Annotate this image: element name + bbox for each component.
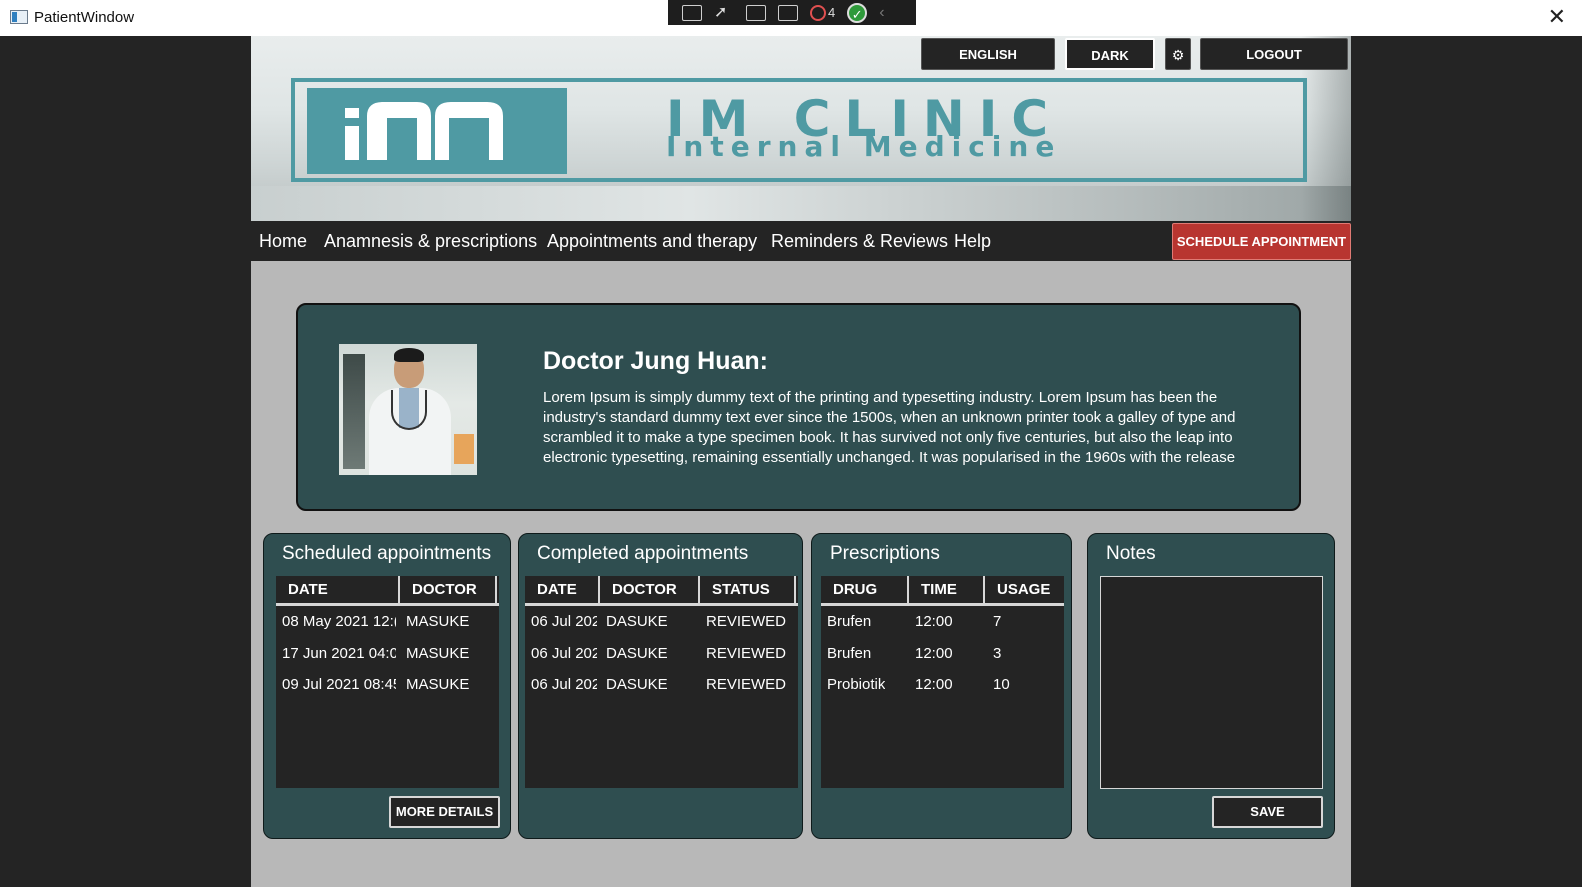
table-row[interactable]: 06 Jul 202 DASUKE REVIEWED	[525, 606, 798, 638]
cell-doctor: DASUKE	[606, 644, 668, 662]
column-header-date[interactable]: DATE	[276, 576, 400, 603]
check-icon[interactable]: ✓	[847, 2, 868, 23]
doctor-card: Doctor Jung Huan: Lorem Ipsum is simply …	[296, 303, 1301, 511]
theme-button[interactable]: DARK	[1065, 38, 1155, 70]
cell-date: 06 Jul 202	[531, 644, 597, 662]
schedule-appointment-button[interactable]: SCHEDULE APPOINTMENT	[1172, 223, 1351, 260]
cell-doctor: MASUKE	[406, 676, 470, 693]
table-row[interactable]: Probiotik 12:00 10	[821, 669, 1064, 701]
cell-date: 08 May 2021 12:(	[282, 613, 396, 630]
doctor-bio: Lorem Ipsum is simply dummy text of the …	[543, 389, 1236, 466]
nav-help[interactable]: Help	[954, 231, 991, 251]
cell-usage: 7	[993, 613, 1002, 630]
cell-date: 17 Jun 2021 04:0(	[282, 644, 396, 662]
patient-window-content: IM CLINIC Internal Medicine ENGLISH DARK…	[251, 36, 1351, 887]
cell-doctor: MASUKE	[406, 644, 470, 662]
table-row[interactable]: Brufen 12:00 3	[821, 638, 1064, 670]
gear-icon[interactable]: ⚙	[1165, 38, 1191, 70]
nav-reminders-reviews[interactable]: Reminders & Reviews	[771, 231, 948, 251]
table-header: DATE DOCTOR STATUS	[525, 576, 798, 606]
scheduled-appointments-table[interactable]: DATE DOCTOR 08 May 2021 12:( MASUKE 17 J…	[276, 576, 499, 788]
doctor-photo	[339, 344, 477, 475]
table-row[interactable]: 09 Jul 2021 08:45 MASUKE	[276, 669, 499, 701]
binding-errors-indicator[interactable]: 4	[810, 4, 836, 21]
display-layout-adorners-icon[interactable]	[746, 4, 766, 21]
table-row[interactable]: 08 May 2021 12:( MASUKE	[276, 606, 499, 638]
nav-home[interactable]: Home	[259, 231, 307, 251]
save-button[interactable]: SAVE	[1212, 796, 1323, 828]
column-header-time[interactable]: TIME	[909, 576, 985, 603]
column-header-doctor[interactable]: DOCTOR	[600, 576, 700, 603]
completed-appointments-panel: Completed appointments DATE DOCTOR STATU…	[518, 533, 803, 839]
cell-doctor: MASUKE	[406, 613, 470, 630]
panel-title: Prescriptions	[830, 543, 940, 564]
scheduled-appointments-panel: Scheduled appointments DATE DOCTOR 08 Ma…	[263, 533, 511, 839]
prescriptions-table[interactable]: DRUG TIME USAGE Brufen 12:00 7 Brufen 12…	[821, 576, 1064, 788]
main-nav: Home Anamnesis & prescriptions Appointme…	[251, 221, 1351, 261]
chevron-left-icon[interactable]: ‹	[879, 4, 884, 22]
cell-status: REVIEWED	[706, 613, 787, 630]
clinic-logo-mark	[345, 102, 503, 160]
nav-anamnesis-prescriptions[interactable]: Anamnesis & prescriptions	[324, 231, 537, 251]
column-header-status[interactable]: STATUS	[700, 576, 796, 603]
table-header: DATE DOCTOR	[276, 576, 499, 606]
clinic-subtitle: Internal Medicine	[666, 130, 1062, 163]
close-icon[interactable]: ✕	[1548, 6, 1566, 28]
table-row[interactable]: 06 Jul 202 DASUKE REVIEWED	[525, 669, 798, 701]
live-visual-tree-icon[interactable]	[682, 4, 702, 21]
select-element-icon[interactable]	[714, 2, 734, 22]
cell-date: 06 Jul 202	[531, 676, 597, 693]
cell-doctor: DASUKE	[606, 613, 668, 630]
cell-time: 12:00	[915, 676, 953, 693]
notes-textarea[interactable]	[1100, 576, 1323, 789]
language-button[interactable]: ENGLISH	[921, 38, 1055, 70]
column-header-usage[interactable]: USAGE	[985, 576, 1064, 603]
column-header-date[interactable]: DATE	[525, 576, 600, 603]
panel-title: Notes	[1106, 543, 1156, 564]
doctor-name: Doctor Jung Huan:	[543, 347, 768, 375]
cell-status: REVIEWED	[706, 644, 787, 662]
nav-appointments-therapy[interactable]: Appointments and therapy	[547, 231, 757, 251]
table-row[interactable]: 06 Jul 202 DASUKE REVIEWED	[525, 638, 798, 670]
cell-usage: 3	[993, 644, 1002, 662]
panel-title: Scheduled appointments	[282, 543, 492, 564]
table-header: DRUG TIME USAGE	[821, 576, 1064, 606]
cell-time: 12:00	[915, 644, 953, 662]
notes-panel: Notes SAVE	[1087, 533, 1335, 839]
completed-appointments-table[interactable]: DATE DOCTOR STATUS 06 Jul 202 DASUKE REV…	[525, 576, 798, 788]
debug-toolbar: 4 ✓ ‹	[668, 0, 916, 25]
panel-title: Completed appointments	[537, 543, 749, 564]
binding-error-icon	[810, 4, 826, 21]
logout-button[interactable]: LOGOUT	[1200, 38, 1348, 70]
cell-time: 12:00	[915, 613, 953, 630]
cell-drug: Brufen	[827, 613, 872, 630]
cell-date: 06 Jul 202	[531, 613, 597, 630]
binding-error-count: 4	[828, 5, 836, 20]
cell-status: REVIEWED	[706, 676, 787, 693]
window-app-icon	[10, 10, 28, 24]
window-title: PatientWindow	[34, 9, 135, 26]
cell-drug: Brufen	[827, 644, 872, 662]
cell-drug: Probiotik	[827, 676, 886, 693]
cell-date: 09 Jul 2021 08:45	[282, 676, 396, 693]
cell-usage: 10	[993, 676, 1010, 693]
column-header-drug[interactable]: DRUG	[821, 576, 909, 603]
table-row[interactable]: Brufen 12:00 7	[821, 606, 1064, 638]
track-focus-icon[interactable]	[778, 4, 798, 21]
more-details-button[interactable]: MORE DETAILS	[389, 796, 500, 828]
cell-doctor: DASUKE	[606, 676, 668, 693]
prescriptions-panel: Prescriptions DRUG TIME USAGE Brufen 12:…	[811, 533, 1072, 839]
table-row[interactable]: 17 Jun 2021 04:0( MASUKE	[276, 638, 499, 670]
column-header-doctor[interactable]: DOCTOR	[400, 576, 497, 603]
clinic-banner: IM CLINIC Internal Medicine ENGLISH DARK…	[251, 36, 1351, 221]
